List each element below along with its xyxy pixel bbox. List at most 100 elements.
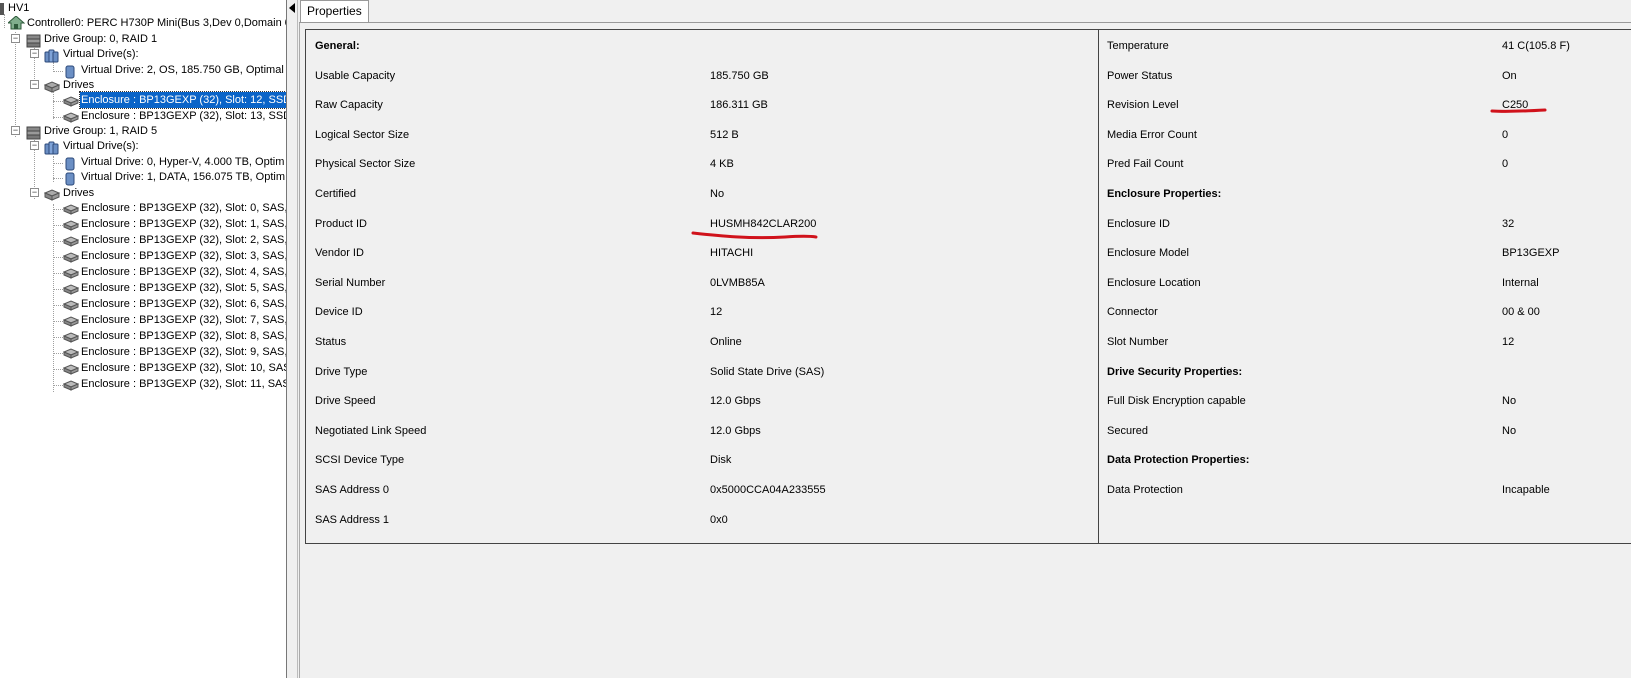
- tree-label: Virtual Drive: 0, Hyper-V, 4.000 TB, Opt…: [81, 156, 285, 168]
- property-label: Enclosure Location: [1107, 276, 1201, 289]
- property-label: Revision Level: [1107, 99, 1179, 112]
- property-value: 186.311 GB: [710, 99, 768, 112]
- physical-drive-icon: [62, 331, 80, 343]
- tree-node-drive-group-0[interactable]: − Drive Group: 0, RAID 1: [0, 31, 286, 48]
- property-value: 0: [1502, 128, 1509, 141]
- physical-drive-icon: [62, 363, 80, 375]
- collapse-icon[interactable]: −: [11, 126, 20, 135]
- tree-node-controller[interactable]: Controller0: PERC H730P Mini(Bus 3,Dev 0…: [0, 15, 286, 31]
- tree-node-drive-slot-13[interactable]: Enclosure : BP13GEXP (32), Slot: 13, SSD: [0, 108, 286, 124]
- property-label: Slot Number: [1107, 336, 1169, 348]
- property-label: Vendor ID: [315, 247, 364, 260]
- drives-folder-icon: [43, 80, 61, 93]
- property-value: Solid State Drive (SAS): [710, 365, 825, 378]
- tree-connector: [53, 353, 63, 354]
- collapse-icon[interactable]: −: [30, 141, 39, 150]
- tree-node-virtual-drive-1[interactable]: Virtual Drive: 1, DATA, 156.075 TB, Opti…: [0, 169, 286, 186]
- tree-connector: [53, 257, 63, 258]
- pane-splitter[interactable]: [286, 0, 298, 678]
- property-label: Drive Speed: [315, 395, 376, 408]
- tree-node-drive-slot-7[interactable]: Enclosure : BP13GEXP (32), Slot: 7, SAS,: [0, 312, 286, 328]
- tree-node-drive-slot-9[interactable]: Enclosure : BP13GEXP (32), Slot: 9, SAS,: [0, 344, 286, 360]
- tree-node-drive-slot-1[interactable]: Enclosure : BP13GEXP (32), Slot: 1, SAS,: [0, 216, 286, 232]
- property-value: 185.750 GB: [710, 69, 769, 82]
- drive-group-icon: [26, 34, 42, 48]
- tree-label: Enclosure : BP13GEXP (32), Slot: 3, SAS,: [81, 250, 286, 262]
- property-label: Pred Fail Count: [1107, 158, 1184, 171]
- tab-bar: Properties: [299, 0, 1631, 23]
- tree-label: Enclosure : BP13GEXP (32), Slot: 0, SAS,: [81, 202, 286, 214]
- property-value: Online: [710, 336, 742, 348]
- column-divider: [1098, 29, 1099, 543]
- physical-drive-icon: [62, 235, 80, 247]
- tab-properties[interactable]: Properties: [300, 0, 369, 22]
- property-label: Negotiated Link Speed: [315, 424, 427, 437]
- property-value: 41 C(105.8 F): [1502, 40, 1570, 52]
- tree-connector: [53, 209, 63, 210]
- tree-connector: [53, 71, 63, 72]
- tree-label: Enclosure : BP13GEXP (32), Slot: 5, SAS,: [81, 282, 286, 294]
- tree-node-drive-slot-2[interactable]: Enclosure : BP13GEXP (32), Slot: 2, SAS,: [0, 232, 286, 248]
- tree-node-drive-slot-10[interactable]: Enclosure : BP13GEXP (32), Slot: 10, SAS…: [0, 360, 286, 376]
- collapse-icon[interactable]: −: [30, 49, 39, 58]
- tree-node-server[interactable]: HV1: [0, 0, 280, 16]
- collapse-icon[interactable]: −: [30, 188, 39, 197]
- tree-label: Virtual Drive(s):: [63, 48, 139, 60]
- property-label: Secured: [1107, 424, 1148, 437]
- tree-node-drive-slot-8[interactable]: Enclosure : BP13GEXP (32), Slot: 8, SAS,: [0, 328, 286, 344]
- tree-node-virtual-drive-0[interactable]: Virtual Drive: 0, Hyper-V, 4.000 TB, Opt…: [0, 154, 286, 171]
- property-label: Enclosure ID: [1107, 217, 1170, 230]
- property-value: BP13GEXP: [1502, 247, 1560, 260]
- collapse-left-arrow-icon[interactable]: [289, 3, 295, 13]
- property-value: 4 KB: [710, 158, 734, 171]
- property-label: Serial Number: [315, 276, 386, 289]
- property-label: Device ID: [315, 306, 363, 319]
- tree-label: Drive Group: 0, RAID 1: [44, 33, 158, 45]
- properties-table: [305, 29, 1631, 544]
- physical-drive-icon: [62, 283, 80, 295]
- virtual-drive-icon: [64, 157, 80, 171]
- tree-connector: [53, 289, 63, 290]
- property-value: 12: [710, 306, 723, 319]
- annotation-underline-revision-level: [1490, 108, 1547, 113]
- collapse-icon[interactable]: −: [11, 34, 20, 43]
- collapse-icon[interactable]: −: [30, 80, 39, 89]
- property-value: Disk: [710, 454, 732, 467]
- drive-group-icon: [26, 126, 42, 140]
- tree-connector: [53, 369, 63, 370]
- tree-node-drive-slot-4[interactable]: Enclosure : BP13GEXP (32), Slot: 4, SAS,: [0, 264, 286, 280]
- tree-node-drive-slot-3[interactable]: Enclosure : BP13GEXP (32), Slot: 3, SAS,: [0, 248, 286, 264]
- tree-connector: [53, 163, 63, 164]
- property-value: No: [710, 188, 725, 200]
- property-label: Temperature: [1107, 40, 1169, 52]
- virtual-drives-icon: [44, 49, 60, 63]
- tree-node-drive-slot-6[interactable]: Enclosure : BP13GEXP (32), Slot: 6, SAS,: [0, 296, 286, 312]
- tree-node-virtual-drive-2[interactable]: Virtual Drive: 2, OS, 185.750 GB, Optima…: [0, 62, 286, 79]
- tree-node-drives-0[interactable]: − Drives: [0, 77, 286, 93]
- tree-node-drives-1[interactable]: − Drives: [0, 185, 286, 201]
- tree-node-virtual-drives-0[interactable]: − Virtual Drive(s):: [0, 46, 286, 63]
- tree-node-drive-slot-0[interactable]: Enclosure : BP13GEXP (32), Slot: 0, SAS,: [0, 200, 286, 216]
- tree-node-drive-slot-11[interactable]: Enclosure : BP13GEXP (32), Slot: 11, SAS…: [0, 376, 286, 392]
- physical-drive-icon: [62, 111, 80, 123]
- tree-node-drive-slot-5[interactable]: Enclosure : BP13GEXP (32), Slot: 5, SAS,: [0, 280, 286, 296]
- section-heading: Data Protection Properties:: [1107, 454, 1250, 467]
- property-value: 512 B: [710, 128, 739, 141]
- section-heading: General:: [315, 40, 360, 52]
- tree-connector: [53, 225, 63, 226]
- tree-label: Drives: [63, 79, 95, 91]
- property-label: Status: [315, 336, 347, 348]
- section-heading: Drive Security Properties:: [1107, 365, 1243, 378]
- tree-connector: [53, 321, 63, 322]
- physical-drive-icon: [62, 95, 80, 107]
- physical-drive-icon: [62, 315, 80, 327]
- tree-connector: [53, 385, 63, 386]
- tree-pane[interactable]: HV1 Controller0: PERC H730P Mini(Bus 3,D…: [0, 0, 286, 678]
- tree-label: Enclosure : BP13GEXP (32), Slot: 1, SAS,: [81, 218, 286, 230]
- property-label: Enclosure Model: [1107, 247, 1189, 260]
- tree-node-drive-group-1[interactable]: − Drive Group: 1, RAID 5: [0, 123, 286, 140]
- tree-node-virtual-drives-1[interactable]: − Virtual Drive(s):: [0, 138, 286, 155]
- tree-connector: [53, 305, 63, 306]
- tree-node-drive-slot-12[interactable]: Enclosure : BP13GEXP (32), Slot: 12, SSD: [0, 91, 286, 109]
- property-label: Certified: [315, 188, 356, 200]
